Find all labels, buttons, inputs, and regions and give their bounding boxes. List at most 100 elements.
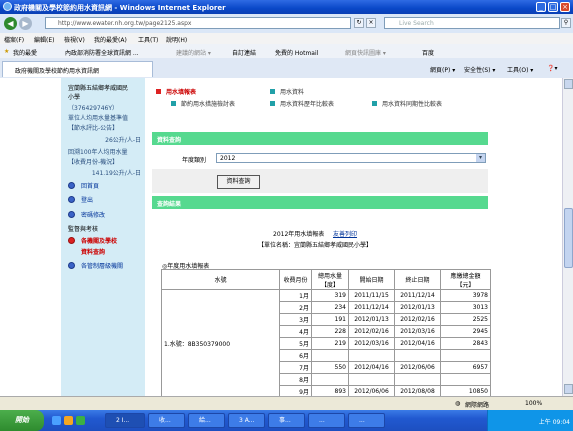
globe-icon: ◍	[455, 400, 461, 407]
header-start: 開始日期	[348, 269, 395, 290]
title-bar: 政府機關及學校節約用水資訊網 - Windows Internet Explor…	[0, 0, 573, 14]
scroll-down-icon[interactable]	[564, 384, 573, 394]
password-link[interactable]: 密碼修改	[68, 210, 105, 219]
folder-quicklaunch-icon[interactable]	[64, 416, 73, 425]
task-button-2[interactable]: 收...	[148, 413, 185, 428]
task-button-1[interactable]: 2 I...	[105, 413, 145, 428]
logout-link[interactable]: 登出	[68, 195, 93, 204]
nav-yearly-compare[interactable]: 用水資料歷年比較表	[270, 99, 334, 108]
task-button-6[interactable]: ...	[308, 413, 345, 428]
agency-query-link-2[interactable]: 資料查詢	[81, 247, 105, 256]
query-button[interactable]: 資料查詢	[217, 175, 260, 189]
back-icon[interactable]: ◀	[4, 17, 17, 30]
header-month: 收費月份	[279, 269, 312, 290]
fav-item-2[interactable]: 建議的網站 ▾	[176, 48, 211, 57]
stop-icon[interactable]: ×	[366, 18, 376, 28]
status-bar: ◍ 網際網路 100%	[0, 396, 573, 411]
refresh-icon[interactable]: ↻	[354, 18, 364, 28]
scroll-up-icon[interactable]	[564, 79, 573, 89]
agency-query-link[interactable]: 各機關及學校	[68, 236, 117, 245]
search-input[interactable]: Live Search	[384, 17, 560, 29]
school-name-2: 小學	[68, 94, 81, 101]
volume-cell	[311, 349, 349, 362]
amount-cell	[440, 349, 491, 362]
task-button-3[interactable]: 給...	[188, 413, 225, 428]
favorites-bar: ★ 我的最愛 內政部消防署全球資訊網 ... 建議的網站 ▾ 自訂連結 免費的 …	[0, 44, 573, 59]
nav-usage-data[interactable]: 用水資料	[270, 87, 304, 96]
tools-menu[interactable]: 工具(O) ▾	[507, 65, 533, 74]
end-date-cell: 2011/12/14	[394, 289, 441, 302]
favorites-button[interactable]: 我的最愛	[13, 48, 37, 57]
ie-quicklaunch-icon[interactable]	[52, 416, 61, 425]
menu-favorites[interactable]: 我的最愛(A)	[94, 35, 127, 44]
amount-cell: 3978	[440, 289, 491, 302]
nav-measures[interactable]: 節約用水措施檢討表	[171, 99, 235, 108]
unit-name: 【單位名稱：宜蘭縣五結鄉孝威國民小學】	[258, 242, 373, 249]
start-button[interactable]: 開始	[0, 410, 44, 431]
header-meter: 水號	[161, 269, 280, 290]
help-icon[interactable]: ❓▾	[547, 65, 557, 72]
amount-cell: 2525	[440, 313, 491, 326]
password-icon	[68, 211, 75, 218]
end-date-cell: 2012/02/16	[394, 313, 441, 326]
section-label: 監督與考核	[68, 226, 99, 233]
page-menu[interactable]: 網頁(P) ▾	[430, 65, 455, 74]
start-date-cell: 2011/11/15	[348, 289, 395, 302]
fav-item-1[interactable]: 內政部消防署全球資訊網 ...	[65, 48, 139, 57]
fav-item-5[interactable]: 網頁快訊圖庫 ▾	[345, 48, 386, 57]
school-code: （376429746Y）	[68, 105, 119, 112]
fav-item-3[interactable]: 自訂連結	[232, 48, 256, 57]
url-input[interactable]: http://www.ewater.nh.org.tw/page2125.asp…	[45, 17, 351, 29]
task-button-7[interactable]: ...	[348, 413, 385, 428]
start-date-cell: 2012/04/16	[348, 361, 395, 374]
amount-cell: 6957	[440, 361, 491, 374]
end-date-cell: 2012/01/13	[394, 301, 441, 314]
submit-row	[152, 169, 488, 193]
header-end: 終止日期	[394, 269, 441, 290]
forward-icon[interactable]: ▶	[19, 17, 32, 30]
scroll-thumb[interactable]	[564, 208, 573, 268]
ie-icon	[3, 2, 12, 11]
page-scrollbar[interactable]	[562, 78, 573, 396]
chevron-down-icon: ▾	[476, 154, 485, 162]
task-button-5[interactable]: 事...	[268, 413, 305, 428]
volume-cell: 319	[311, 289, 349, 302]
home-link[interactable]: 回首頁	[68, 181, 99, 190]
year-select[interactable]: 2012 ▾	[216, 153, 486, 163]
end-date-cell: 2012/06/06	[394, 361, 441, 374]
menu-help[interactable]: 說明(H)	[166, 35, 187, 44]
end-date-cell	[394, 373, 441, 386]
end-date-cell: 2012/03/16	[394, 325, 441, 338]
menu-edit[interactable]: 編輯(E)	[34, 35, 54, 44]
menu-view[interactable]: 檢視(V)	[64, 35, 85, 44]
zoom-level[interactable]: 100%	[525, 400, 542, 407]
control-level-link[interactable]: 各管制層級機關	[68, 261, 123, 270]
fav-item-6[interactable]: 百度	[422, 48, 434, 57]
table-row: 1.水號：8B350379000 1月 319 2011/11/15 2011/12/1…	[161, 289, 491, 398]
tab-current[interactable]: 政府機關及學校節約用水資訊網	[2, 61, 153, 77]
month-cell: 5月	[279, 337, 312, 350]
menu-tools[interactable]: 工具(T)	[138, 35, 158, 44]
taskbar: 開始 2 I... 收... 給... 3 A... 事... ... ... …	[0, 410, 573, 431]
maximize-button[interactable]: □	[548, 2, 558, 12]
baseline-label: 單位人均用水量基準值	[68, 115, 129, 122]
history-note: 【收費月份-機況】	[68, 159, 119, 166]
agency-query-icon	[68, 237, 75, 244]
star-icon: ★	[4, 48, 10, 55]
nav-report[interactable]: 用水填報表	[156, 87, 196, 96]
usage-table: 水號 收費月份 總用水量【度】 開始日期 終止日期 應繳總金額【元】 1.水號：…	[161, 269, 491, 398]
print-link[interactable]: 友善列印	[333, 229, 357, 238]
start-date-cell: 2012/02/16	[348, 325, 395, 338]
search-icon[interactable]: ⚲	[561, 18, 571, 28]
address-bar: ◀ ▶ http://www.ewater.nh.org.tw/page2125…	[0, 14, 573, 34]
nav-period-compare[interactable]: 用水資料同期性比較表	[372, 99, 442, 108]
security-menu[interactable]: 安全性(S) ▾	[464, 65, 495, 74]
app-quicklaunch-icon[interactable]	[76, 416, 85, 425]
menu-file[interactable]: 檔案(F)	[4, 35, 24, 44]
month-cell: 3月	[279, 313, 312, 326]
minimize-button[interactable]: _	[536, 2, 546, 12]
close-button[interactable]: ×	[560, 2, 570, 12]
start-date-cell	[348, 349, 395, 362]
fav-item-4[interactable]: 免費的 Hotmail	[275, 48, 318, 57]
task-button-4[interactable]: 3 A...	[228, 413, 265, 428]
